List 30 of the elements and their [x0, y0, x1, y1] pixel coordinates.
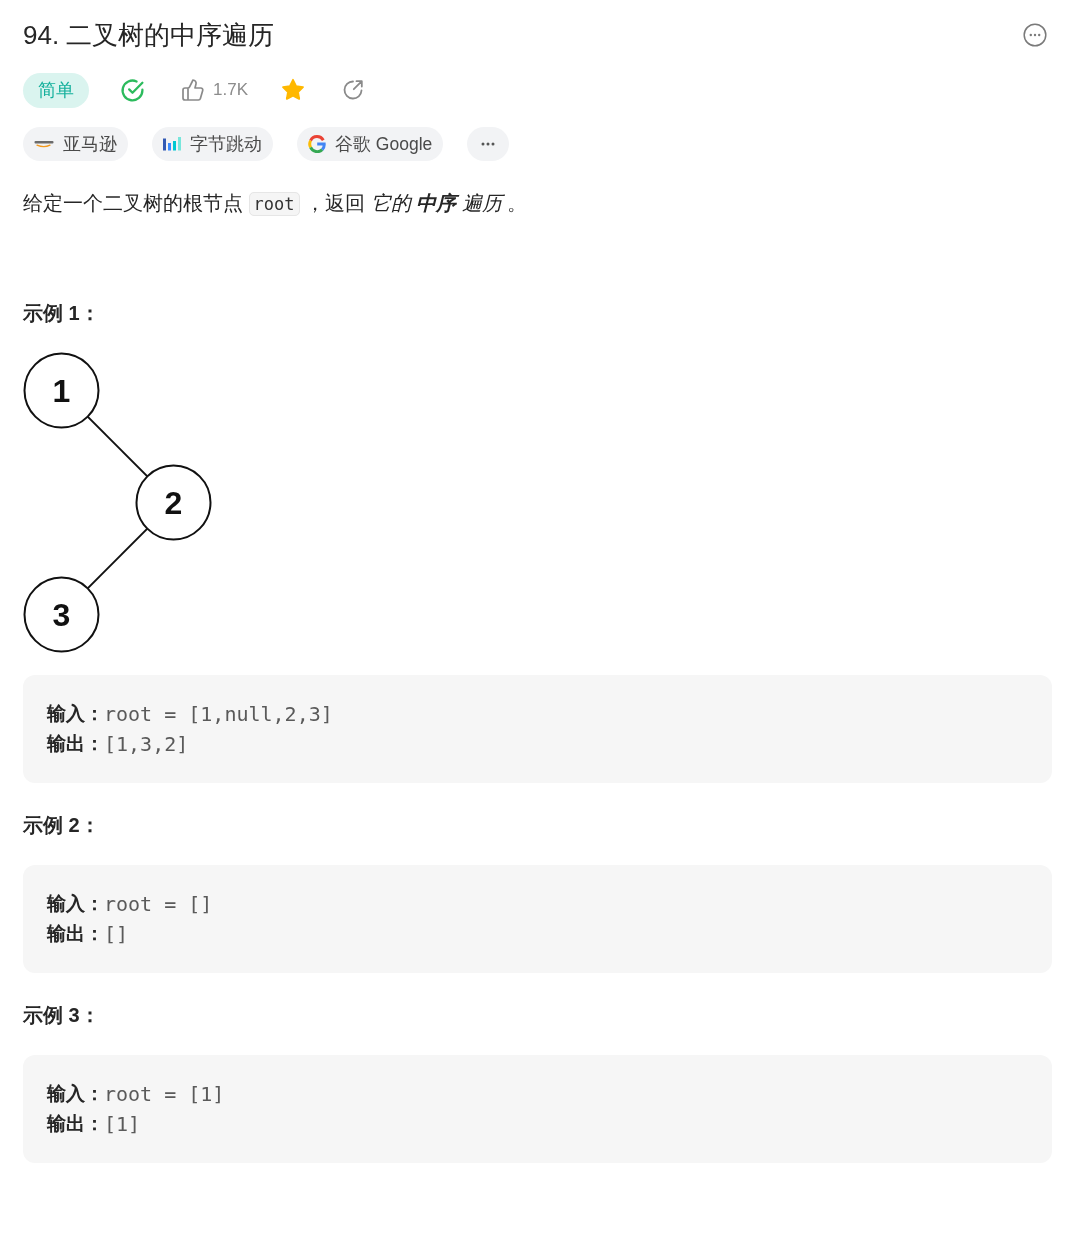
tree-node: 3 [23, 576, 100, 653]
tree-node: 2 [135, 464, 212, 541]
example-heading: 示例 1： [23, 301, 101, 326]
star-icon[interactable] [281, 78, 305, 102]
example-heading: 示例 3： [23, 1003, 101, 1028]
example-text-line: 输入：root = [1,null,2,3] [47, 701, 334, 728]
example-text-line: 输入：root = [] [47, 891, 214, 918]
bars-logo-icon [163, 137, 181, 151]
more-options-icon[interactable] [1023, 23, 1047, 47]
example-text-line: 输入：root = [1] [47, 1081, 226, 1108]
problem-title: 94. 二叉树的中序遍历 [23, 19, 275, 52]
company-tag[interactable]: 亚马逊 [23, 127, 128, 161]
example-text-line: 输出：[1] [47, 1111, 142, 1138]
example-heading: 示例 2： [23, 813, 101, 838]
difficulty-badge: 简单 [23, 72, 89, 108]
smile-logo-icon [34, 140, 54, 148]
example-text-line: 输出：[1,3,2] [47, 731, 190, 758]
more-companies-button[interactable] [467, 127, 510, 161]
like-button[interactable]: 1.7K [181, 78, 248, 102]
problem-description: 给定一个二叉树的根节点 root ，返回 它的 中序 遍历 。 [23, 191, 529, 218]
example-text-line: 输出：[] [47, 921, 130, 948]
multicolor-logo-icon [308, 135, 326, 153]
tree-edge [86, 415, 149, 478]
thumbs-up-icon [181, 78, 205, 102]
company-tag[interactable]: 谷歌 Google [297, 127, 444, 161]
share-icon[interactable] [341, 78, 365, 102]
tree-node: 1 [23, 352, 100, 429]
company-tag[interactable]: 字节跳动 [152, 127, 273, 161]
tree-edge [86, 527, 149, 590]
more-icon [481, 142, 496, 146]
